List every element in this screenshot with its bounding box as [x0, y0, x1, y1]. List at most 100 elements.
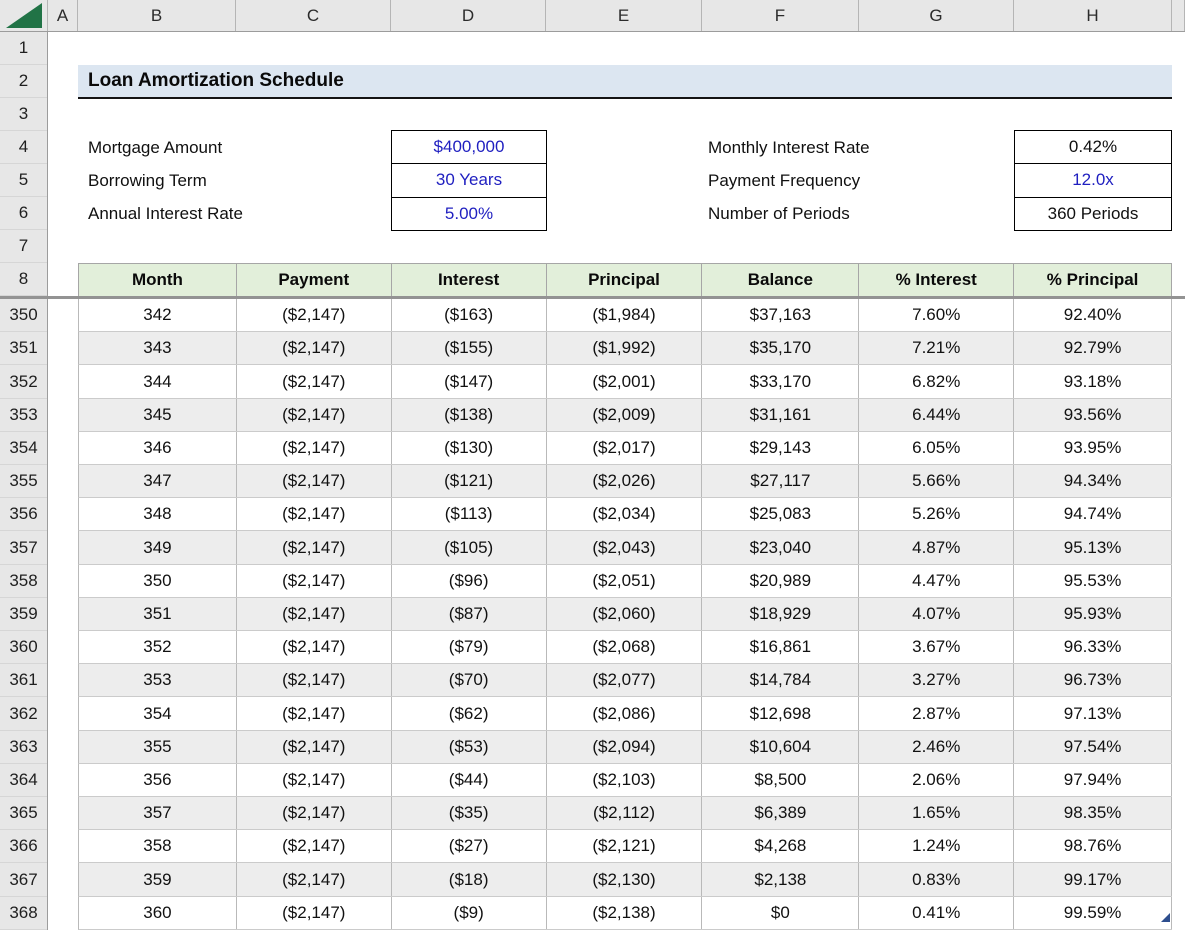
table-cell[interactable]: ($62) [392, 697, 547, 729]
table-cell[interactable]: ($163) [392, 299, 547, 331]
table-header-cell[interactable]: Interest [392, 264, 547, 296]
table-cell[interactable]: ($2,147) [237, 432, 392, 464]
number-of-periods-value[interactable]: 360 Periods [1015, 197, 1171, 230]
mortgage-amount-value[interactable]: $400,000 [392, 131, 546, 163]
table-cell[interactable]: $8,500 [702, 764, 859, 796]
row-header-356[interactable]: 356 [0, 498, 47, 531]
table-cell[interactable]: ($1,984) [547, 299, 703, 331]
table-cell[interactable]: ($2,147) [237, 465, 392, 497]
table-cell[interactable]: ($2,103) [547, 764, 703, 796]
table-cell[interactable]: 6.82% [859, 365, 1014, 397]
table-cell[interactable]: 357 [79, 797, 237, 829]
table-cell[interactable]: $31,161 [702, 399, 859, 431]
table-cell[interactable]: 94.34% [1014, 465, 1172, 497]
column-header-C[interactable]: C [236, 0, 391, 31]
row-header-368[interactable]: 368 [0, 897, 47, 930]
table-cell[interactable]: $33,170 [702, 365, 859, 397]
table-cell[interactable]: 97.13% [1014, 697, 1172, 729]
row-header-2[interactable]: 2 [0, 65, 47, 98]
table-cell[interactable]: 93.95% [1014, 432, 1172, 464]
row-header-350[interactable]: 350 [0, 299, 47, 332]
row-header-353[interactable]: 353 [0, 399, 47, 432]
row-header-4[interactable]: 4 [0, 131, 47, 164]
table-cell[interactable]: $12,698 [702, 697, 859, 729]
row-header-364[interactable]: 364 [0, 764, 47, 797]
table-cell[interactable]: 2.87% [859, 697, 1014, 729]
table-resize-handle[interactable] [1161, 913, 1170, 922]
table-cell[interactable]: $2,138 [702, 863, 859, 895]
row-header-5[interactable]: 5 [0, 164, 47, 197]
table-cell[interactable]: ($2,034) [547, 498, 703, 530]
table-cell[interactable]: ($18) [392, 863, 547, 895]
sheet-title-cell[interactable]: Loan Amortization Schedule [78, 65, 1172, 99]
table-cell[interactable]: ($53) [392, 731, 547, 763]
table-cell[interactable]: $23,040 [702, 531, 859, 563]
payment-frequency-value[interactable]: 12.0x [1015, 163, 1171, 196]
table-cell[interactable]: ($138) [392, 399, 547, 431]
table-cell[interactable]: 98.35% [1014, 797, 1172, 829]
table-cell[interactable]: ($2,026) [547, 465, 703, 497]
table-header-cell[interactable]: % Interest [859, 264, 1014, 296]
row-header-3[interactable]: 3 [0, 98, 47, 131]
table-cell[interactable]: 4.87% [859, 531, 1014, 563]
table-cell[interactable]: ($2,138) [547, 897, 703, 929]
table-cell[interactable]: 94.74% [1014, 498, 1172, 530]
table-cell[interactable]: 92.40% [1014, 299, 1172, 331]
column-header-G[interactable]: G [859, 0, 1014, 31]
table-cell[interactable]: 353 [79, 664, 237, 696]
table-cell[interactable]: 93.18% [1014, 365, 1172, 397]
table-cell[interactable]: 6.05% [859, 432, 1014, 464]
row-header-351[interactable]: 351 [0, 332, 47, 365]
row-header-366[interactable]: 366 [0, 830, 47, 863]
table-cell[interactable]: $4,268 [702, 830, 859, 862]
table-cell[interactable]: 92.79% [1014, 332, 1172, 364]
table-cell[interactable]: ($121) [392, 465, 547, 497]
table-cell[interactable]: 5.66% [859, 465, 1014, 497]
table-cell[interactable]: 4.07% [859, 598, 1014, 630]
select-all-button[interactable] [0, 0, 48, 31]
table-cell[interactable]: ($130) [392, 432, 547, 464]
row-header-6[interactable]: 6 [0, 197, 47, 230]
table-cell[interactable]: ($2,147) [237, 531, 392, 563]
row-header-8[interactable]: 8 [0, 263, 47, 296]
table-cell[interactable]: 3.67% [859, 631, 1014, 663]
table-cell[interactable]: 344 [79, 365, 237, 397]
table-cell[interactable]: 5.26% [859, 498, 1014, 530]
table-cell[interactable]: ($2,147) [237, 365, 392, 397]
table-cell[interactable]: 356 [79, 764, 237, 796]
table-cell[interactable]: 360 [79, 897, 237, 929]
table-cell[interactable]: 97.54% [1014, 731, 1172, 763]
table-cell[interactable]: $16,861 [702, 631, 859, 663]
row-header-361[interactable]: 361 [0, 664, 47, 697]
table-cell[interactable]: ($1,992) [547, 332, 703, 364]
table-cell[interactable]: 2.46% [859, 731, 1014, 763]
table-cell[interactable]: 95.93% [1014, 598, 1172, 630]
table-cell[interactable]: $25,083 [702, 498, 859, 530]
table-cell[interactable]: ($2,043) [547, 531, 703, 563]
column-header-E[interactable]: E [546, 0, 702, 31]
annual-interest-rate-value[interactable]: 5.00% [392, 197, 546, 230]
column-header-H[interactable]: H [1014, 0, 1172, 31]
table-cell[interactable]: $18,929 [702, 598, 859, 630]
table-cell[interactable]: ($2,147) [237, 731, 392, 763]
table-cell[interactable]: ($2,147) [237, 697, 392, 729]
column-header-F[interactable]: F [702, 0, 859, 31]
table-cell[interactable]: 6.44% [859, 399, 1014, 431]
row-header-363[interactable]: 363 [0, 731, 47, 764]
table-cell[interactable]: 354 [79, 697, 237, 729]
table-cell[interactable]: ($2,017) [547, 432, 703, 464]
table-cell[interactable]: $0 [702, 897, 859, 929]
table-cell[interactable]: ($9) [392, 897, 547, 929]
row-header-354[interactable]: 354 [0, 432, 47, 465]
table-cell[interactable]: 1.65% [859, 797, 1014, 829]
table-cell[interactable]: ($96) [392, 565, 547, 597]
row-header-1[interactable]: 1 [0, 32, 47, 65]
table-cell[interactable]: ($79) [392, 631, 547, 663]
table-cell[interactable]: 1.24% [859, 830, 1014, 862]
row-header-357[interactable]: 357 [0, 531, 47, 564]
table-cell[interactable]: $35,170 [702, 332, 859, 364]
table-cell[interactable]: 99.59% [1014, 897, 1172, 929]
table-cell[interactable]: ($70) [392, 664, 547, 696]
table-cell[interactable]: 96.33% [1014, 631, 1172, 663]
column-header-D[interactable]: D [391, 0, 546, 31]
